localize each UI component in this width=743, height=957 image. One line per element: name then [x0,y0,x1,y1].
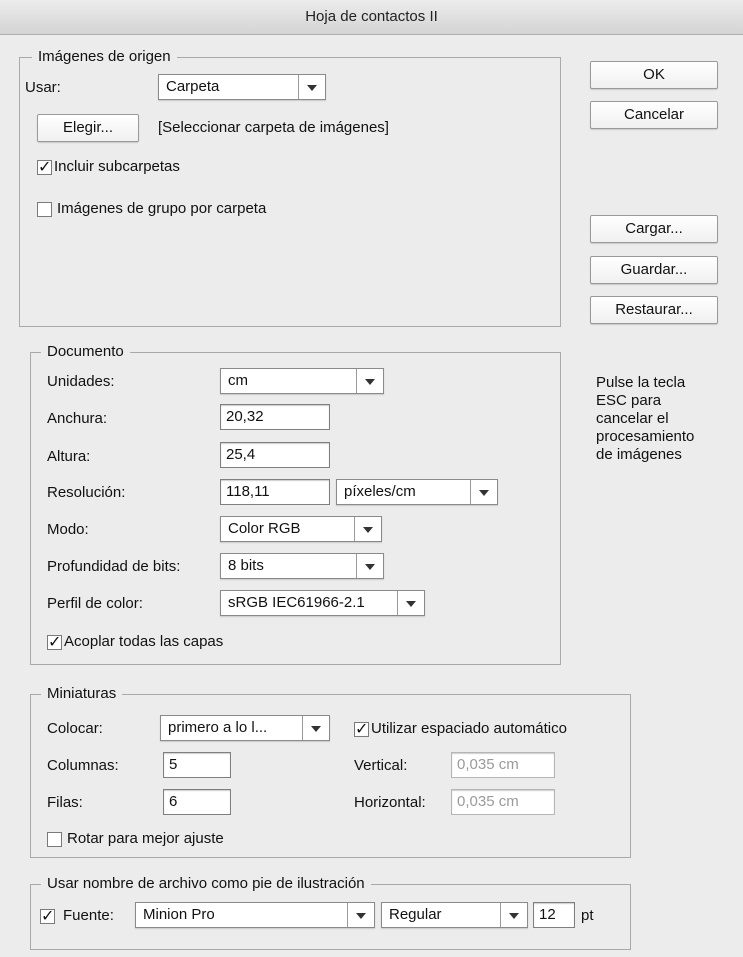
bit-depth-select[interactable]: 8 bits [220,553,384,579]
flatten-layers-checkbox[interactable] [47,632,62,651]
vertical-label: Vertical: [354,757,408,774]
resolution-unit-select[interactable]: píxeles/cm [336,479,498,505]
chevron-down-icon [302,716,329,740]
source-images-legend: Imágenes de origen [32,47,177,67]
chevron-down-icon [347,903,374,927]
font-caption-checkbox[interactable] [40,906,55,925]
color-profile-label: Perfil de color: [47,595,143,612]
chevron-down-icon [354,517,381,541]
rows-label: Filas: [47,794,83,811]
choose-button[interactable]: Elegir... [37,114,139,142]
chevron-down-icon [500,903,527,927]
rows-input[interactable]: 6 [163,789,231,815]
place-select[interactable]: primero a lo l... [160,715,330,741]
vertical-spacing-input[interactable]: 0,035 cm [451,752,555,778]
esc-hint: Pulse la tecla ESC para cancelar el proc… [596,374,694,464]
document-group: Documento [30,342,561,665]
chevron-down-icon [298,75,325,99]
height-input[interactable]: 25,4 [220,442,330,468]
choose-folder-text: [Seleccionar carpeta de imágenes] [158,119,389,136]
horizontal-label: Horizontal: [354,794,426,811]
columns-input[interactable]: 5 [163,752,231,778]
reset-button[interactable]: Restaurar... [590,296,718,324]
group-by-folder-checkbox[interactable] [37,202,52,217]
font-size-unit: pt [581,907,594,924]
rotate-checkbox[interactable] [47,832,62,847]
hint-line: cancelar el [596,410,669,427]
resolution-input-value: 118,11 [226,483,270,500]
flatten-layers-label: Acoplar todas las capas [64,633,224,650]
font-family-value: Minion Pro [143,906,215,923]
width-label: Anchura: [47,410,108,427]
place-select-value: primero a lo l... [168,719,268,736]
mode-select[interactable]: Color RGB [220,516,382,542]
height-input-value: 25,4 [226,446,256,463]
vertical-spacing-value: 0,035 cm [457,756,519,773]
auto-spacing-label: Utilizar espaciado automático [371,720,567,737]
chevron-down-icon [470,480,497,504]
font-size-input[interactable]: 12 [533,902,575,928]
mode-label: Modo: [47,521,89,538]
height-label: Altura: [47,448,91,465]
color-profile-select[interactable]: sRGB IEC61966-2.1 [220,590,425,616]
chevron-down-icon [356,369,383,393]
font-style-select[interactable]: Regular [381,902,528,928]
hint-line: Pulse la tecla [596,374,686,391]
use-select[interactable]: Carpeta [158,74,326,100]
width-input[interactable]: 20,32 [220,404,330,430]
columns-input-value: 5 [169,756,178,773]
resolution-label: Resolución: [47,484,126,501]
bit-depth-select-value: 8 bits [228,557,264,574]
horizontal-spacing-input[interactable]: 0,035 cm [451,789,555,815]
units-select-value: cm [228,372,248,389]
font-label: Fuente: [63,907,114,924]
document-legend: Documento [41,342,130,362]
font-family-select[interactable]: Minion Pro [135,902,375,928]
rotate-label: Rotar para mejor ajuste [67,830,224,847]
ok-button[interactable]: OK [590,61,718,89]
horizontal-spacing-value: 0,035 cm [457,793,519,810]
cancel-button[interactable]: Cancelar [590,101,718,129]
units-label: Unidades: [47,373,115,390]
thumbnails-legend: Miniaturas [41,684,123,704]
hint-line: procesamiento [596,428,695,445]
place-label: Colocar: [47,720,103,737]
font-style-value: Regular [389,906,442,923]
chevron-down-icon [397,591,424,615]
use-label: Usar: [25,79,61,96]
group-by-folder-label: Imágenes de grupo por carpeta [57,200,267,217]
use-select-value: Carpeta [166,78,220,95]
auto-spacing-checkbox[interactable] [354,719,369,738]
resolution-input[interactable]: 118,11 [220,479,330,505]
hint-line: ESC para [596,392,662,409]
hint-line: de imágenes [596,446,682,463]
resolution-unit-value: píxeles/cm [344,483,416,500]
width-input-value: 20,32 [226,408,264,425]
include-subfolders-label: Incluir subcarpetas [54,158,180,175]
bit-depth-label: Profundidad de bits: [47,558,181,575]
chevron-down-icon [356,554,383,578]
caption-legend: Usar nombre de archivo como pie de ilust… [41,874,371,894]
save-button[interactable]: Guardar... [590,256,718,284]
color-profile-select-value: sRGB IEC61966-2.1 [228,594,365,611]
load-button[interactable]: Cargar... [590,215,718,243]
mode-select-value: Color RGB [228,520,301,537]
units-select[interactable]: cm [220,368,384,394]
include-subfolders-checkbox[interactable] [37,157,52,176]
columns-label: Columnas: [47,757,119,774]
rows-input-value: 6 [169,793,178,810]
font-size-value: 12 [539,906,556,923]
window-title: Hoja de contactos II [0,0,743,35]
